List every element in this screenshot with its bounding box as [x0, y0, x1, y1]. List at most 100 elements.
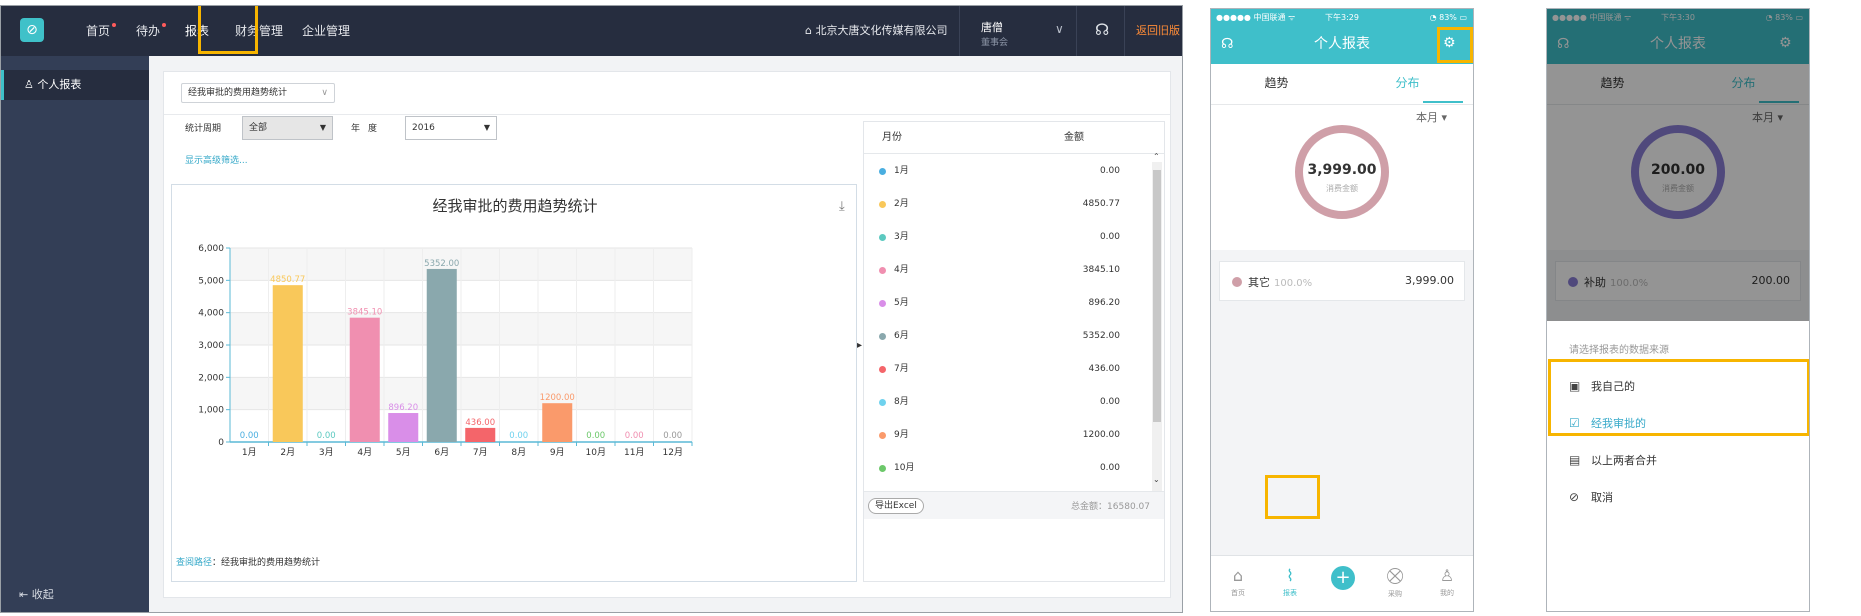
- y-tick-label: 1,000: [198, 406, 224, 416]
- data-label: 1200.00: [540, 393, 575, 403]
- x-tick-label: 7月: [473, 447, 488, 458]
- sheet-title: 请选择报表的数据来源: [1569, 345, 1669, 356]
- table-row[interactable]: 6月 5352.00: [864, 320, 1164, 353]
- tab-trend[interactable]: 趋势: [1211, 64, 1342, 102]
- data-label: 436.00: [465, 418, 495, 428]
- bottom-nav-purchase[interactable]: ⛒ 采购: [1369, 556, 1421, 599]
- add-button[interactable]: +: [1331, 566, 1355, 590]
- modal-backdrop[interactable]: [1547, 9, 1809, 321]
- series-color-dot: [879, 300, 886, 307]
- caret-right-icon[interactable]: ▸: [857, 340, 862, 351]
- data-label: 0.00: [586, 431, 605, 441]
- notification-dot: [162, 23, 167, 27]
- merge-icon: ▤: [1569, 453, 1581, 467]
- scrollbar-thumb[interactable]: [1153, 170, 1161, 422]
- back-to-old-version-link[interactable]: 返回旧版: [1136, 6, 1180, 56]
- x-tick-label: 2月: [280, 447, 295, 458]
- chart-title: 经我审批的费用趋势统计: [432, 197, 598, 215]
- table-row[interactable]: 3月 0.00: [864, 221, 1164, 254]
- scroll-down-icon[interactable]: ⌄: [1153, 475, 1160, 484]
- category-row[interactable]: 其它 100.0% 3,999.00: [1219, 261, 1465, 301]
- caret-down-icon: ▼: [483, 123, 490, 132]
- tab-bar: 趋势 分布: [1211, 64, 1473, 105]
- amount-cell: 3845.10: [1082, 265, 1120, 275]
- bottom-nav-home[interactable]: ⌂ 首页: [1212, 556, 1264, 598]
- user-icon: ♙: [1439, 566, 1455, 585]
- option-cancel[interactable]: ⊘ 取消: [1547, 479, 1809, 516]
- user-name[interactable]: 唐僧: [981, 19, 1003, 35]
- chevron-down-icon[interactable]: ∨: [1055, 22, 1064, 36]
- table-row[interactable]: 4月 3845.10: [864, 254, 1164, 287]
- nav-enterprise[interactable]: 企业管理: [302, 6, 350, 56]
- nav-todo[interactable]: 待办: [136, 6, 167, 56]
- month-cell: 2月: [894, 199, 909, 209]
- query-path-label[interactable]: 查阅路径: [176, 558, 212, 568]
- app-logo[interactable]: ⊘: [20, 18, 44, 42]
- sidebar-item-personal-report[interactable]: ♙ 个人报表: [1, 70, 149, 100]
- top-nav-bar: ⊘ 首页 待办 报表 财务管理 企业管理 ⌂ 北京大唐文化传媒有限公司 唐僧 董…: [1, 6, 1182, 56]
- option-merge-both[interactable]: ▤ 以上两者合并: [1547, 442, 1809, 479]
- x-tick-label: 11月: [624, 447, 644, 458]
- company-switcher[interactable]: ⌂ 北京大唐文化传媒有限公司: [805, 6, 947, 56]
- year-select[interactable]: 2016 ▼: [405, 116, 497, 140]
- amount-cell: 436.00: [1088, 364, 1121, 374]
- tab-distribution[interactable]: 分布: [1342, 64, 1473, 102]
- chart-panel: 经我审批的费用趋势统计 ⤓ 0 1,000 2,000 3,000 4,000 5,000…: [171, 184, 857, 582]
- data-label: 3845.10: [347, 308, 382, 318]
- bar: [349, 317, 380, 442]
- table-row[interactable]: 5月 896.20: [864, 287, 1164, 320]
- bottom-nav-report[interactable]: ⌇ 报表: [1264, 556, 1316, 598]
- x-tick-label: 4月: [357, 447, 372, 458]
- home-icon: ⌂: [805, 24, 816, 37]
- category-color-dot: [1232, 277, 1242, 287]
- year-label: 年度: [351, 124, 386, 134]
- report-scope-select[interactable]: 经我审批的费用趋势统计 ∨: [181, 83, 335, 103]
- table-row[interactable]: 9月 1200.00: [864, 419, 1164, 452]
- y-tick-label: 3,000: [198, 341, 224, 351]
- report-panel: 经我审批的费用趋势统计 ∨ 统计周期 全部 ▼ 年度 2016 ▼ 显示高级筛选...…: [163, 71, 1171, 598]
- data-label: 0.00: [509, 431, 528, 441]
- y-tick-label: 0: [218, 438, 224, 448]
- y-tick-label: 4,000: [198, 309, 224, 319]
- month-cell: 7月: [894, 364, 909, 374]
- download-icon[interactable]: ⤓: [839, 199, 845, 214]
- collapse-icon: ⇤: [19, 588, 32, 601]
- series-color-dot: [879, 465, 886, 472]
- mobile-screen-distribution: ●●●●● 中国联通 ᯤ 下午3:29 ◔ 83% ▭ ☊ 个人报表 ⚙ 趋势 …: [1210, 8, 1474, 612]
- table-row[interactable]: 8月 0.00: [864, 386, 1164, 419]
- month-cell: 4月: [894, 265, 909, 275]
- period-select[interactable]: 全部 ▼: [242, 116, 333, 140]
- x-tick-label: 6月: [434, 447, 449, 458]
- collapse-sidebar-button[interactable]: ⇤ 收起: [19, 586, 54, 602]
- series-color-dot: [879, 432, 886, 439]
- bar-chart: 0 1,000 2,000 3,000 4,000 5,000 6,000 0.00 1月 485…: [198, 244, 693, 458]
- status-bar: ●●●●● 中国联通 ᯤ 下午3:29 ◔ 83% ▭: [1211, 9, 1473, 27]
- headset-icon[interactable]: ☊: [1095, 20, 1109, 39]
- month-cell: 5月: [894, 298, 909, 308]
- cancel-icon: ⊘: [1569, 490, 1580, 504]
- bar: [426, 268, 457, 442]
- y-tick-label: 6,000: [198, 244, 224, 254]
- notification-dot: [112, 23, 117, 27]
- x-tick-label: 1月: [242, 447, 257, 458]
- x-tick-label: 9月: [550, 447, 565, 458]
- table-row[interactable]: 10月 0.00: [864, 452, 1164, 485]
- table-row[interactable]: 1月 0.00: [864, 155, 1164, 188]
- table-row[interactable]: 2月 4850.77: [864, 188, 1164, 221]
- table-row[interactable]: 7月 436.00: [864, 353, 1164, 386]
- donut-area: 本月 ▾ 3,999.00 消费金额: [1211, 105, 1473, 250]
- home-icon: ⌂: [1232, 566, 1244, 585]
- bottom-nav-mine[interactable]: ♙ 我的: [1421, 556, 1473, 598]
- user-role: 董事会: [981, 38, 1009, 48]
- month-selector[interactable]: 本月 ▾: [1416, 109, 1447, 125]
- scroll-up-icon[interactable]: ⌃: [1153, 152, 1160, 161]
- table-header: 月份 金额: [864, 122, 1164, 154]
- month-cell: 8月: [894, 397, 909, 407]
- export-excel-button[interactable]: 导出Excel: [868, 498, 924, 514]
- sidebar: ♙ 个人报表 ⇤ 收起: [1, 56, 149, 612]
- advanced-filter-link[interactable]: 显示高级筛选...: [185, 153, 248, 166]
- nav-home[interactable]: 首页: [86, 6, 117, 56]
- bar: [542, 403, 573, 442]
- series-color-dot: [879, 333, 886, 340]
- page-title: 个人报表: [1314, 36, 1370, 52]
